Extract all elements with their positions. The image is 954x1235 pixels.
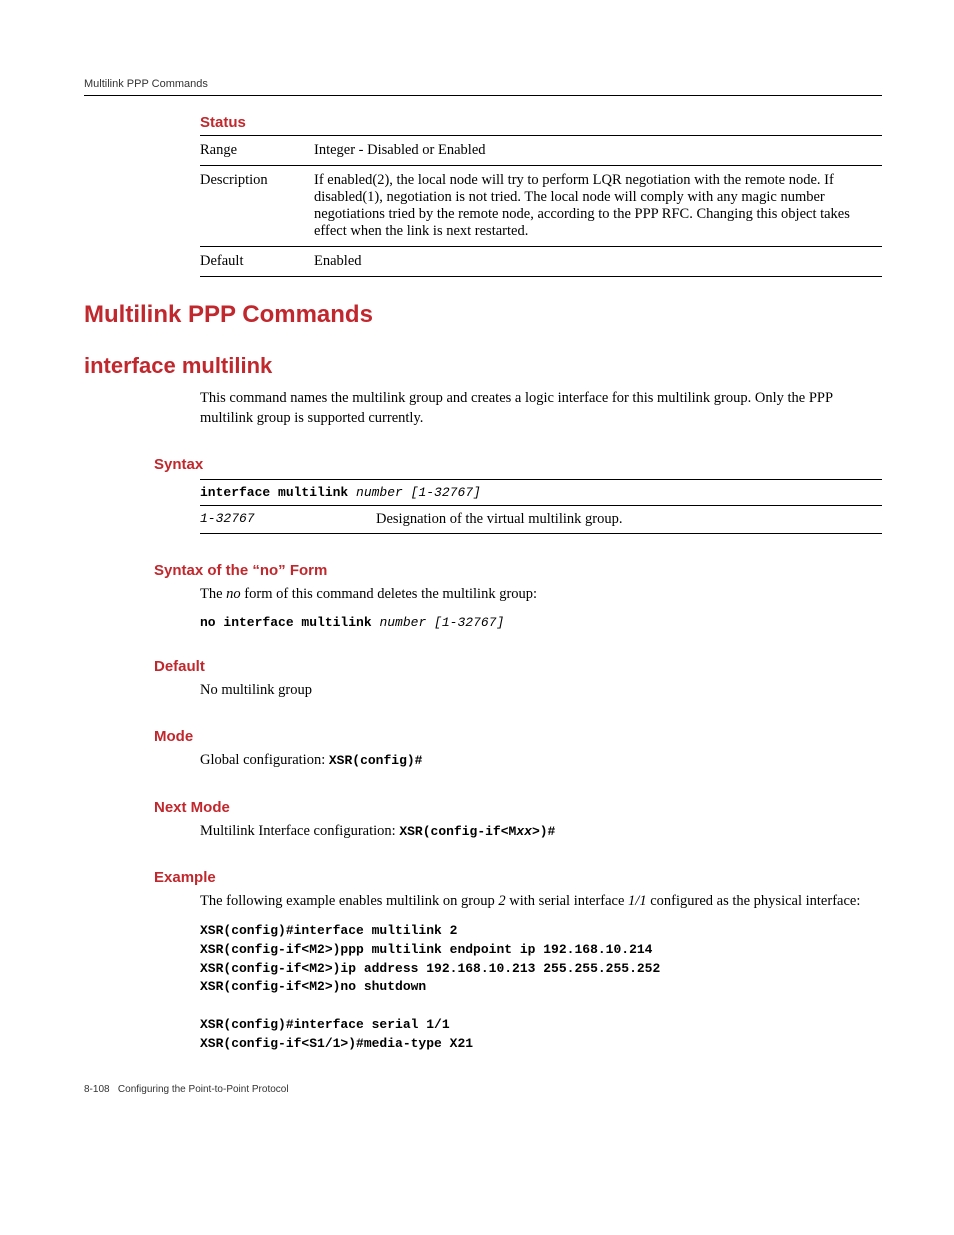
cell-label: Range — [200, 136, 314, 166]
cmd-keyword: interface multilink — [200, 485, 356, 500]
command-body: This command names the multilink group a… — [200, 389, 882, 428]
syntax-table: interface multilink number [1-32767] 1-3… — [200, 479, 882, 534]
next-mode-text: Multilink Interface configuration: XSR(c… — [200, 822, 882, 842]
table-row: Description If enabled(2), the local nod… — [200, 166, 882, 247]
running-head: Multilink PPP Commands — [84, 78, 882, 90]
command-heading-h2: interface multilink — [84, 353, 882, 379]
syntax-command-line: interface multilink number [1-32767] — [200, 480, 882, 506]
page-number: 8-108 — [84, 1084, 110, 1095]
cell-label: Description — [200, 166, 314, 247]
status-section: Status Range Integer - Disabled or Enabl… — [200, 114, 882, 277]
cell-label: Default — [200, 247, 314, 277]
no-form-body: The no form of this command deletes the … — [200, 585, 882, 630]
next-mode-body: Multilink Interface configuration: XSR(c… — [200, 822, 882, 842]
chapter-title: Configuring the Point-to-Point Protocol — [118, 1084, 289, 1095]
cell-value: Enabled — [314, 247, 882, 277]
example-body: The following example enables multilink … — [200, 892, 882, 1053]
text-italic: 2 — [498, 893, 505, 909]
syntax-param-row: 1-32767 Designation of the virtual multi… — [200, 506, 882, 534]
page: Multilink PPP Commands Status Range Inte… — [0, 0, 954, 1135]
text: Global configuration: — [200, 752, 329, 768]
default-body: No multilink group — [200, 681, 882, 701]
param-desc: Designation of the virtual multilink gro… — [376, 506, 882, 534]
header-rule — [84, 95, 882, 96]
text: Multilink Interface configuration: — [200, 823, 399, 839]
no-form-text: The no form of this command deletes the … — [200, 585, 882, 605]
example-text: The following example enables multilink … — [200, 892, 882, 912]
mode-heading: Mode — [154, 728, 882, 745]
text: with serial interface — [506, 893, 628, 909]
section-heading-h1: Multilink PPP Commands — [84, 301, 882, 329]
code: >)# — [532, 824, 555, 839]
cmd-keyword: no interface multilink — [200, 615, 379, 630]
code-ital: xx — [516, 824, 532, 839]
page-footer: 8-108 Configuring the Point-to-Point Pro… — [84, 1084, 882, 1095]
mode-text: Global configuration: XSR(config)# — [200, 751, 882, 771]
table-row: Default Enabled — [200, 247, 882, 277]
text: The following example enables multilink … — [200, 893, 498, 909]
mode-code: XSR(config)# — [329, 753, 423, 768]
text: configured as the physical interface: — [647, 893, 861, 909]
text: form of this command deletes the multili… — [241, 586, 537, 602]
next-mode-heading: Next Mode — [154, 799, 882, 816]
status-heading: Status — [200, 114, 882, 131]
syntax-cmd-row: interface multilink number [1-32767] — [200, 480, 882, 506]
cell-value: Integer - Disabled or Enabled — [314, 136, 882, 166]
text-italic: 1/1 — [628, 893, 647, 909]
example-heading: Example — [154, 869, 882, 886]
default-text: No multilink group — [200, 681, 882, 701]
no-form-heading: Syntax of the “no” Form — [154, 562, 882, 579]
text: The — [200, 586, 226, 602]
default-heading: Default — [154, 658, 882, 675]
cell-value: If enabled(2), the local node will try t… — [314, 166, 882, 247]
text-italic: no — [226, 586, 241, 602]
param-name: 1-32767 — [200, 506, 376, 534]
table-row: Range Integer - Disabled or Enabled — [200, 136, 882, 166]
mode-body: Global configuration: XSR(config)# — [200, 751, 882, 771]
syntax-heading: Syntax — [154, 456, 882, 473]
cmd-args: number [1-32767] — [356, 485, 481, 500]
syntax-body: interface multilink number [1-32767] 1-3… — [200, 479, 882, 534]
cmd-args: number [1-32767] — [379, 615, 504, 630]
no-form-command: no interface multilink number [1-32767] — [200, 615, 882, 630]
code: XSR(config-if<M — [399, 824, 516, 839]
intro-paragraph: This command names the multilink group a… — [200, 389, 882, 428]
example-code-block: XSR(config)#interface multilink 2 XSR(co… — [200, 922, 882, 1054]
status-table: Range Integer - Disabled or Enabled Desc… — [200, 136, 882, 277]
